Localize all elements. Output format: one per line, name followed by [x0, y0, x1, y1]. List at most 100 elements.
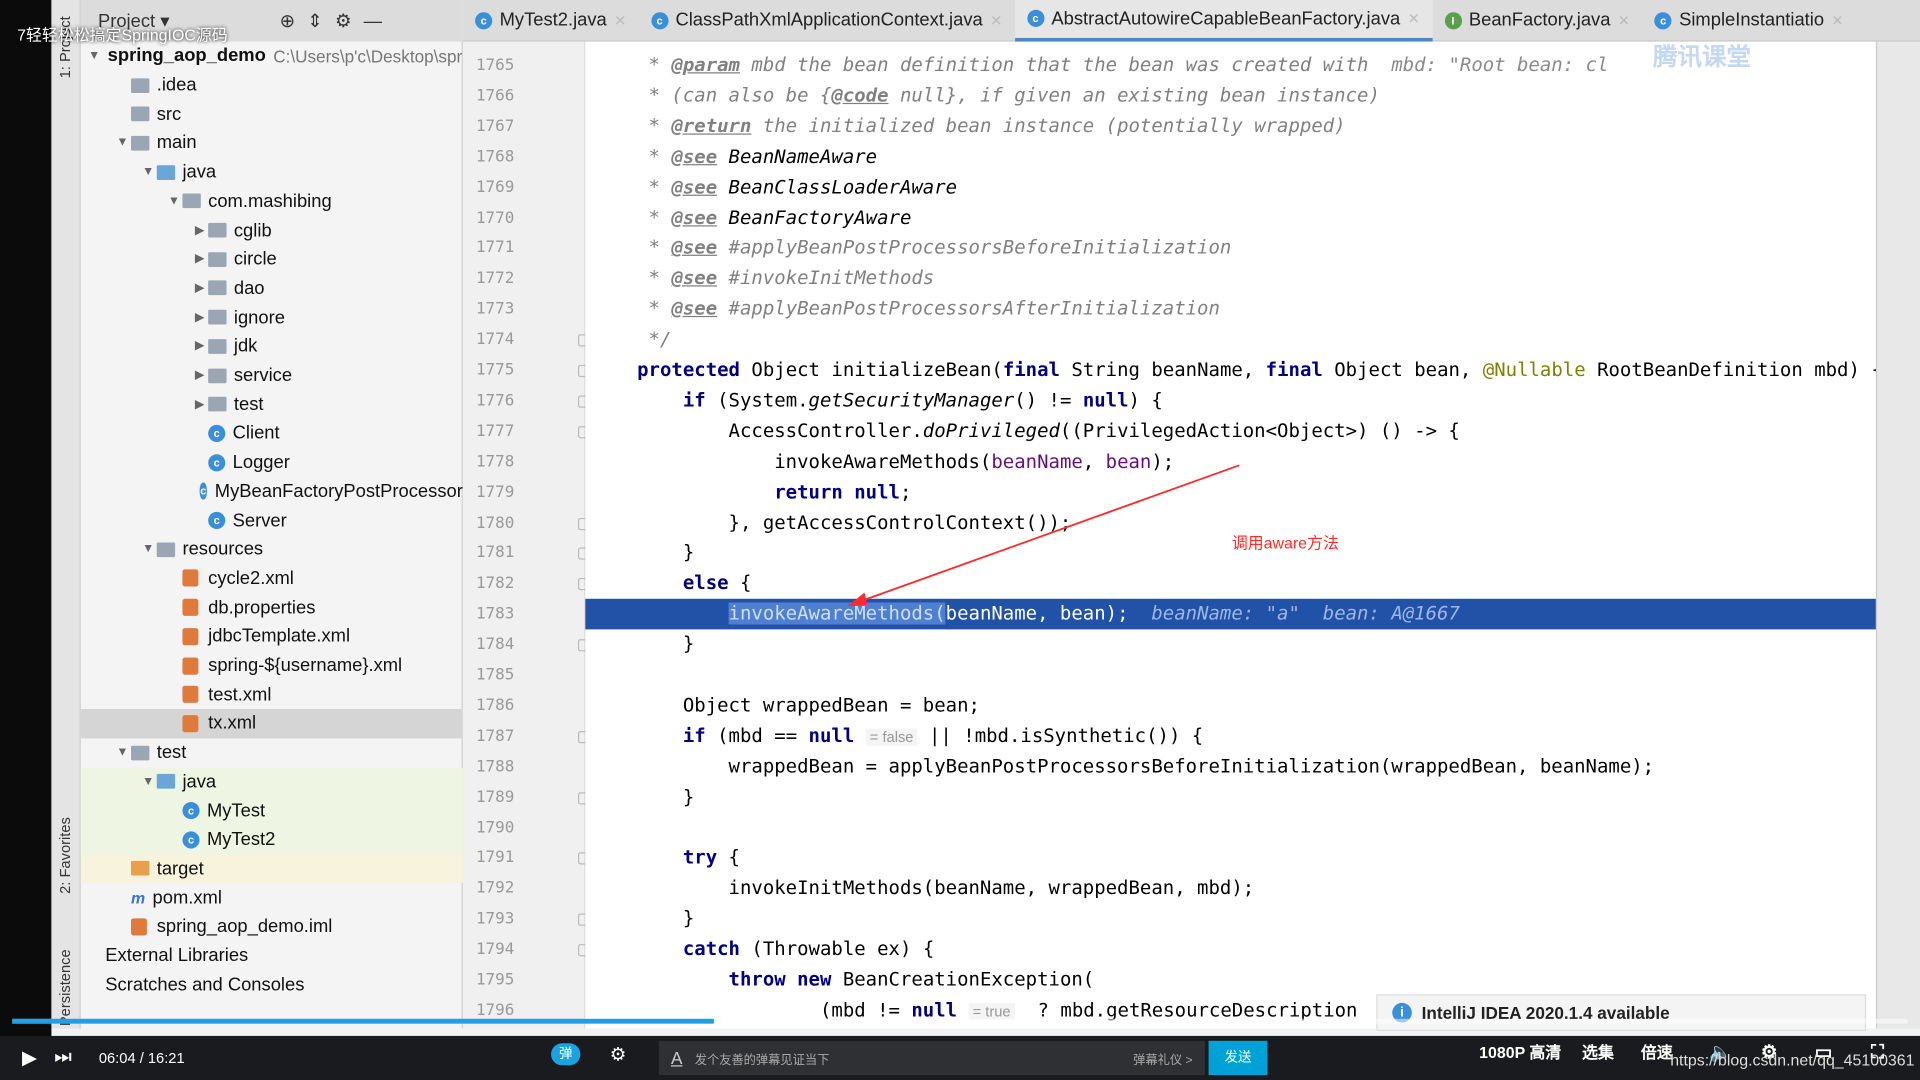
close-tab-icon[interactable]: ✕ — [614, 12, 626, 29]
class-icon: c — [199, 482, 208, 501]
collapse-arrow-icon[interactable]: ▶ — [191, 311, 208, 324]
danmu-input[interactable]: A 发个友善的弹幕见证当下 弹幕礼仪 > — [658, 1040, 1205, 1076]
collapse-arrow-icon[interactable]: ▶ — [191, 398, 208, 411]
tree-item[interactable]: ▼ main — [81, 129, 463, 158]
line-number: 1777 — [475, 422, 515, 441]
video-progress-bar[interactable] — [12, 1018, 1908, 1024]
code-token: beanName, — [1151, 358, 1266, 381]
expand-arrow-icon[interactable]: ▼ — [114, 746, 131, 759]
font-style-icon[interactable]: A — [671, 1048, 682, 1068]
tree-item[interactable]: c MyTest — [80, 796, 463, 826]
tree-item[interactable]: c Server — [81, 506, 463, 535]
tree-item[interactable]: ▼ java — [81, 158, 463, 187]
expand-arrow-icon[interactable]: ▼ — [140, 543, 157, 556]
collapse-all-icon[interactable]: ⇕ — [307, 10, 322, 32]
tab-abstractautowirecapablebeanfactory-java[interactable]: c AbstractAutowireCapableBeanFactory.java… — [1014, 0, 1433, 42]
tree-item-label: test — [156, 742, 187, 764]
gear-icon[interactable]: ⚙ — [335, 10, 351, 32]
danmu-toggle-icon[interactable]: 弹 — [551, 1043, 581, 1066]
locate-icon[interactable]: ⊕ — [280, 10, 295, 32]
tab-mytest2-java[interactable]: c MyTest2.java ✕ — [463, 0, 639, 41]
code-token: * — [591, 114, 672, 137]
expand-arrow-icon[interactable]: ▼ — [88, 49, 100, 62]
hide-icon[interactable]: — — [364, 10, 382, 31]
tree-item[interactable]: test.xml — [81, 680, 463, 709]
tree-item[interactable]: ▼ spring_aop_demo C:\Users\p'c\Desktop\spr… — [81, 42, 466, 71]
tab-beanfactory-java[interactable]: I BeanFactory.java ✕ — [1432, 0, 1642, 41]
tree-item[interactable]: db.properties — [81, 593, 463, 622]
tree-item[interactable]: c MyBeanFactoryPostProcessor — [81, 477, 463, 506]
tree-item[interactable]: ▶ dao — [81, 274, 463, 303]
folder-icon — [131, 106, 150, 122]
tree-item[interactable]: jdbcTemplate.xml — [81, 622, 463, 651]
code-token: || !mbd.isSynthetic()) { — [917, 724, 1204, 747]
episodes-button[interactable]: 选集 — [1582, 1036, 1614, 1080]
code-token: @see — [671, 175, 718, 198]
danmu-etiquette-link[interactable]: 弹幕礼仪 > — [1133, 1049, 1193, 1067]
collapse-arrow-icon[interactable]: ▶ — [191, 369, 208, 382]
tab-classpathxmlapplicationcontext-java[interactable]: c ClassPathXmlApplicationContext.java ✕ — [639, 0, 1015, 41]
tree-item[interactable]: ▼ java — [80, 767, 463, 797]
tree-item[interactable]: m pom.xml — [81, 883, 463, 912]
tab-simpleinstantiatio[interactable]: c SimpleInstantiatio ✕ — [1642, 0, 1856, 41]
code-line: } — [585, 782, 1876, 812]
close-tab-icon[interactable]: ✕ — [1408, 10, 1420, 27]
tree-item[interactable]: spring_aop_demo.iml — [81, 912, 463, 941]
expand-arrow-icon[interactable]: ▼ — [165, 195, 182, 208]
tree-item[interactable]: target — [80, 854, 463, 884]
tree-item[interactable]: ▼ resources — [81, 535, 463, 564]
tree-item-label: tx.xml — [208, 713, 257, 735]
xml-file-icon — [131, 918, 147, 936]
favorites-tool-button[interactable]: 2: Favorites — [56, 817, 73, 894]
collapse-arrow-icon[interactable]: ▶ — [191, 224, 208, 237]
tree-item[interactable]: ▶ service — [81, 361, 463, 390]
code-editor[interactable]: * @param mbd the bean definition that th… — [585, 41, 1883, 1029]
current-time: 06:04 — [98, 1049, 136, 1067]
right-tool-strip — [1875, 41, 1920, 1029]
tree-item[interactable]: ▶ test — [81, 390, 463, 419]
send-button[interactable]: 发送 — [1208, 1040, 1268, 1076]
tree-item[interactable]: ▼ test — [81, 738, 463, 767]
play-icon[interactable]: ▶ — [22, 1046, 37, 1070]
tree-item[interactable]: .idea — [81, 71, 463, 100]
expand-arrow-icon[interactable]: ▼ — [140, 165, 157, 178]
code-token: ); — [1151, 450, 1175, 473]
tree-item[interactable]: c Client — [81, 419, 463, 448]
line-number: 1778 — [475, 452, 515, 472]
collapse-arrow-icon[interactable]: ▶ — [191, 253, 208, 266]
speed-button[interactable]: 倍速 — [1641, 1036, 1673, 1080]
quality-button[interactable]: 1080P 高清 — [1479, 1036, 1561, 1080]
tree-item[interactable]: spring-${username}.xml — [81, 651, 463, 680]
expand-arrow-icon[interactable]: ▼ — [140, 775, 157, 788]
collapse-arrow-icon[interactable]: ▶ — [191, 282, 208, 295]
update-notification[interactable]: i IntelliJ IDEA 2020.1.4 available — [1376, 994, 1867, 1032]
code-line: Object wrappedBean = bean; — [585, 690, 1876, 720]
danmu-settings-icon[interactable]: ⚙ — [610, 1043, 626, 1065]
tree-item-label: spring_aop_demo — [107, 45, 266, 67]
tree-item[interactable]: ▶ ignore — [81, 303, 463, 332]
line-number: 1780 — [475, 513, 515, 533]
tree-item[interactable]: ▶ jdk — [81, 332, 463, 361]
tree-item[interactable]: ▶ circle — [81, 245, 463, 274]
code-token: bean — [1105, 450, 1152, 473]
tree-item[interactable]: Scratches and Consoles — [81, 970, 463, 999]
persistence-tool-button[interactable]: Persistence — [56, 949, 73, 1026]
code-token: Object wrappedBean = bean; — [591, 694, 980, 717]
close-tab-icon[interactable]: ✕ — [1618, 12, 1630, 29]
next-icon[interactable]: ⏭ — [54, 1047, 72, 1069]
tree-item[interactable]: c Logger — [81, 448, 463, 477]
tree-item[interactable]: cycle2.xml — [81, 564, 463, 593]
tree-item[interactable]: ▶ cglib — [81, 216, 463, 245]
close-tab-icon[interactable]: ✕ — [990, 12, 1002, 29]
code-token: ; — [899, 480, 912, 503]
tree-item[interactable]: External Libraries — [81, 941, 463, 970]
tree-item[interactable]: tx.xml — [80, 709, 463, 739]
tree-item[interactable]: src — [81, 100, 463, 129]
close-tab-icon[interactable]: ✕ — [1831, 12, 1843, 29]
tree-item[interactable]: ▼ com.mashibing — [81, 187, 463, 216]
folder-icon — [131, 135, 150, 151]
collapse-arrow-icon[interactable]: ▶ — [191, 340, 208, 353]
tree-item[interactable]: c MyTest2 — [80, 825, 463, 855]
folder-icon — [208, 309, 227, 325]
expand-arrow-icon[interactable]: ▼ — [114, 136, 131, 149]
